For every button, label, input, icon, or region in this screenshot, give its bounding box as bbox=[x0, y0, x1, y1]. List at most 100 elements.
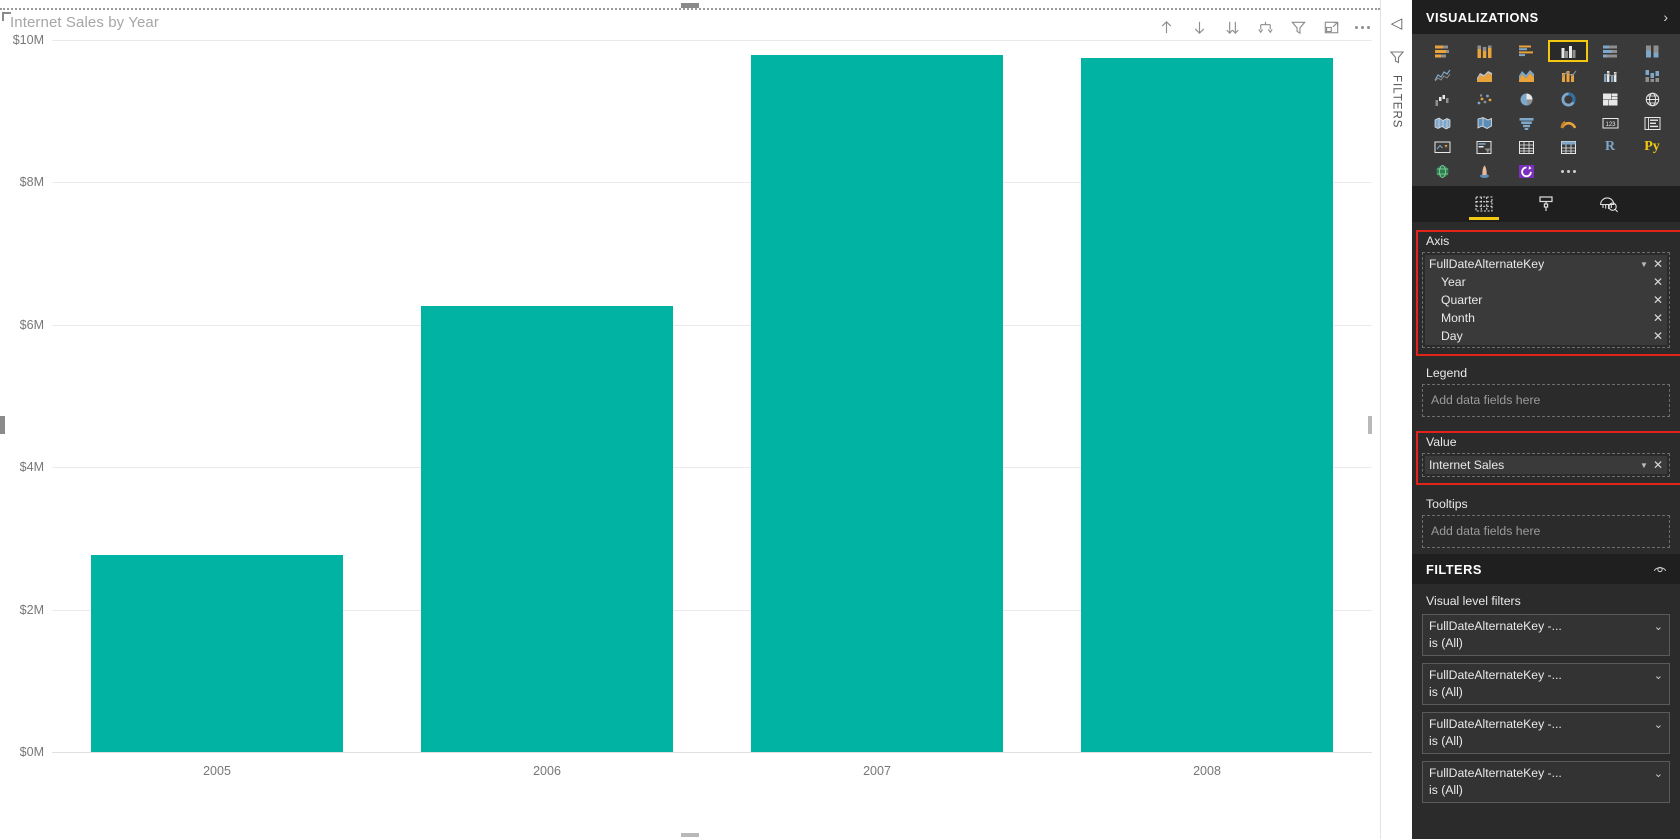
well-value-dropzone[interactable]: Internet Sales ▼ ✕ bbox=[1422, 453, 1670, 477]
chevron-down-icon[interactable]: ⌄ bbox=[1650, 718, 1663, 731]
field-chip[interactable]: Quarter ✕ bbox=[1425, 291, 1667, 309]
x-axis-tick-label: 2006 bbox=[533, 764, 561, 778]
ribbon-chart-icon[interactable] bbox=[1632, 64, 1672, 86]
expand-all-down-icon[interactable] bbox=[1223, 18, 1242, 37]
remove-field-icon[interactable]: ✕ bbox=[1651, 311, 1665, 325]
chevron-down-icon[interactable]: ▼ bbox=[1637, 461, 1651, 470]
100-percent-stacked-column-chart-icon[interactable] bbox=[1632, 40, 1672, 62]
chart-bars bbox=[52, 40, 1372, 752]
visual-toolbar bbox=[1157, 18, 1370, 37]
filter-card[interactable]: FullDateAlternateKey -... ⌄ is (All) bbox=[1422, 712, 1670, 754]
map-icon[interactable] bbox=[1632, 88, 1672, 110]
stacked-bar-chart-icon[interactable] bbox=[1422, 40, 1462, 62]
well-tooltips: Tooltips Add data fields here bbox=[1412, 491, 1680, 548]
gauge-chart-icon[interactable] bbox=[1548, 112, 1588, 134]
filter-card-name: FullDateAlternateKey -... bbox=[1429, 766, 1562, 780]
funnel-chart-icon[interactable] bbox=[1506, 112, 1546, 134]
chart-bar[interactable] bbox=[1080, 57, 1334, 752]
shape-map-icon[interactable] bbox=[1464, 112, 1504, 134]
filter-card[interactable]: FullDateAlternateKey -... ⌄ is (All) bbox=[1422, 761, 1670, 803]
chart-bar[interactable] bbox=[90, 554, 344, 752]
r-script-visual-icon[interactable]: R bbox=[1590, 136, 1630, 158]
100-percent-stacked-bar-chart-icon[interactable] bbox=[1590, 40, 1630, 62]
well-axis-title: Axis bbox=[1426, 234, 1450, 248]
line-and-clustered-column-chart-icon[interactable] bbox=[1590, 64, 1630, 86]
stacked-column-chart-icon[interactable] bbox=[1464, 40, 1504, 62]
well-tooltips-dropzone[interactable]: Add data fields here bbox=[1422, 515, 1670, 548]
multi-row-card-icon[interactable] bbox=[1632, 112, 1672, 134]
drill-up-hierarchy-icon[interactable] bbox=[1256, 18, 1275, 37]
field-chip[interactable]: Month ✕ bbox=[1425, 309, 1667, 327]
visual-resize-handle-top[interactable] bbox=[681, 3, 699, 8]
spotlight-up-icon[interactable] bbox=[1157, 18, 1176, 37]
chevron-down-icon[interactable]: ⌄ bbox=[1650, 620, 1663, 633]
clustered-column-chart-icon[interactable] bbox=[1548, 40, 1588, 62]
tab-format[interactable] bbox=[1529, 188, 1563, 220]
slicer-icon[interactable] bbox=[1464, 136, 1504, 158]
clustered-bar-chart-icon[interactable] bbox=[1506, 40, 1546, 62]
arcgis-maps-icon[interactable] bbox=[1422, 160, 1462, 182]
field-chip[interactable]: FullDateAlternateKey ▼ ✕ bbox=[1425, 255, 1667, 273]
chevron-right-icon[interactable]: › bbox=[1663, 9, 1668, 25]
well-legend-dropzone[interactable]: Add data fields here bbox=[1422, 384, 1670, 417]
focus-mode-icon[interactable] bbox=[1322, 18, 1341, 37]
filter-card-name: FullDateAlternateKey -... bbox=[1429, 717, 1562, 731]
collapse-pane-icon[interactable]: ◁ bbox=[1391, 16, 1403, 31]
tab-fields[interactable] bbox=[1467, 188, 1501, 220]
waterfall-chart-icon[interactable] bbox=[1422, 88, 1462, 110]
donut-chart-icon[interactable] bbox=[1548, 88, 1588, 110]
power-automate-visual-icon[interactable] bbox=[1506, 160, 1546, 182]
treemap-icon[interactable] bbox=[1590, 88, 1630, 110]
table-icon[interactable] bbox=[1506, 136, 1546, 158]
field-wells: Axis FullDateAlternateKey ▼ ✕ Year ✕ Quarter ✕… bbox=[1412, 222, 1680, 548]
line-and-stacked-column-chart-icon[interactable] bbox=[1548, 64, 1588, 86]
filter-icon[interactable] bbox=[1289, 18, 1308, 37]
kpi-icon[interactable] bbox=[1422, 136, 1462, 158]
stacked-area-chart-icon[interactable] bbox=[1506, 64, 1546, 86]
filters-rail-label: FILTERS bbox=[1390, 75, 1403, 129]
chevron-down-icon[interactable]: ⌄ bbox=[1650, 767, 1663, 780]
remove-field-icon[interactable]: ✕ bbox=[1651, 257, 1665, 271]
well-legend-placeholder: Add data fields here bbox=[1431, 393, 1541, 407]
area-chart-icon[interactable] bbox=[1464, 64, 1504, 86]
pie-chart-icon[interactable] bbox=[1506, 88, 1546, 110]
field-chip[interactable]: Internet Sales ▼ ✕ bbox=[1425, 456, 1667, 474]
remove-field-icon[interactable]: ✕ bbox=[1651, 275, 1665, 289]
tab-analytics[interactable] bbox=[1591, 188, 1625, 220]
chart-visual-container[interactable]: Internet Sales by Year $0M $2M $4M $6M $… bbox=[0, 3, 1380, 839]
x-axis-tick-label: 2007 bbox=[863, 764, 891, 778]
filter-card-state: is (All) bbox=[1429, 636, 1463, 650]
scatter-chart-icon[interactable] bbox=[1464, 88, 1504, 110]
more-options-icon[interactable] bbox=[1355, 18, 1370, 37]
x-axis-tick-label: 2008 bbox=[1193, 764, 1221, 778]
field-chip[interactable]: Day ✕ bbox=[1425, 327, 1667, 345]
remove-field-icon[interactable]: ✕ bbox=[1651, 293, 1665, 307]
filter-card[interactable]: FullDateAlternateKey -... ⌄ is (All) bbox=[1422, 614, 1670, 656]
chevron-down-icon[interactable]: ⌄ bbox=[1650, 669, 1663, 682]
filters-rail: ◁ FILTERS bbox=[1380, 0, 1412, 839]
bar-column bbox=[382, 40, 712, 752]
hide-filters-icon[interactable] bbox=[1652, 561, 1668, 577]
field-chip-label: Day bbox=[1441, 329, 1463, 343]
filter-card[interactable]: FullDateAlternateKey -... ⌄ is (All) bbox=[1422, 663, 1670, 705]
drill-down-icon[interactable] bbox=[1190, 18, 1209, 37]
matrix-icon[interactable] bbox=[1548, 136, 1588, 158]
filter-card-state: is (All) bbox=[1429, 783, 1463, 797]
well-value: Value Internet Sales ▼ ✕ bbox=[1412, 429, 1680, 485]
line-chart-icon[interactable] bbox=[1422, 64, 1462, 86]
get-more-visuals-icon[interactable] bbox=[1548, 160, 1588, 182]
chart-bar[interactable] bbox=[750, 54, 1004, 752]
filter-icon[interactable] bbox=[1389, 49, 1405, 65]
field-chip[interactable]: Year ✕ bbox=[1425, 273, 1667, 291]
remove-field-icon[interactable]: ✕ bbox=[1651, 329, 1665, 343]
remove-field-icon[interactable]: ✕ bbox=[1651, 458, 1665, 472]
power-apps-visual-icon[interactable] bbox=[1464, 160, 1504, 182]
card-icon[interactable]: 123 bbox=[1590, 112, 1630, 134]
chart-bar[interactable] bbox=[420, 306, 674, 752]
chevron-down-icon[interactable]: ▼ bbox=[1637, 260, 1651, 269]
python-visual-icon[interactable]: Py bbox=[1632, 136, 1672, 158]
filled-map-icon[interactable] bbox=[1422, 112, 1462, 134]
y-axis-tick-label: $6M bbox=[19, 317, 44, 332]
bar-column bbox=[1042, 40, 1372, 752]
well-axis-dropzone[interactable]: FullDateAlternateKey ▼ ✕ Year ✕ Quarter ✕ Month… bbox=[1422, 252, 1670, 348]
